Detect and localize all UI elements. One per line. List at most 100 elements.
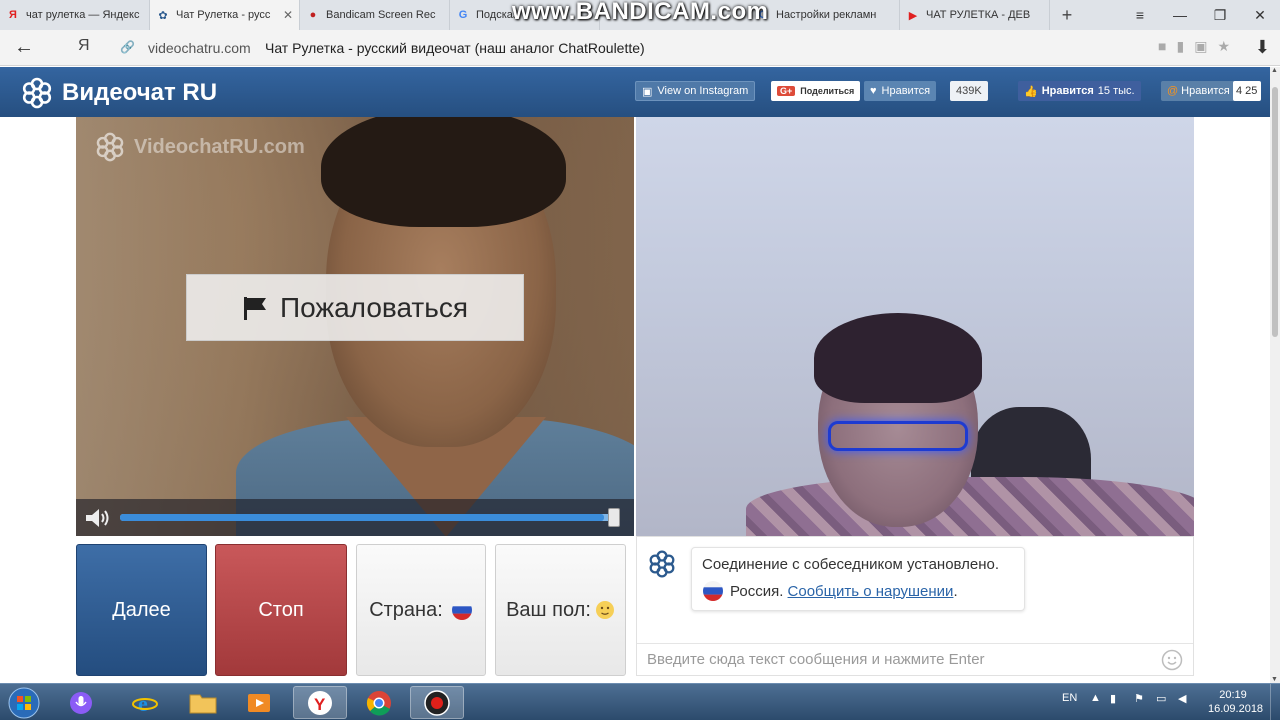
tray-expand-icon[interactable]: ▲: [1090, 692, 1101, 704]
close-window-button[interactable]: ✕: [1240, 0, 1280, 30]
back-arrow-icon[interactable]: ←: [14, 36, 34, 59]
vk-like-count: 439K: [950, 81, 988, 101]
gender-select[interactable]: Ваш пол:: [495, 544, 626, 676]
taskbar-yandex-app[interactable]: Y: [293, 686, 347, 719]
brand[interactable]: Видеочат RU: [20, 76, 217, 110]
tab-google-hint[interactable]: G Подсказ: [450, 0, 600, 30]
protect-icon[interactable]: ▣: [1194, 38, 1207, 55]
taskbar-bandicam-app[interactable]: [410, 686, 464, 719]
url-page-title[interactable]: Чат Рулетка - русский видеочат (наш анал…: [265, 40, 645, 56]
tab-ad-settings[interactable]: G Настройки рекламн: [750, 0, 900, 30]
tab-yandex-search[interactable]: Я чат рулетка — Яндекс: [0, 0, 150, 30]
instagram-icon: ▣: [642, 85, 653, 98]
language-indicator[interactable]: EN: [1062, 692, 1077, 704]
video-person-glasses: [828, 421, 968, 451]
thumbs-up-icon: 👍: [1024, 85, 1038, 98]
heart-icon: ♥: [870, 85, 877, 97]
camera-icon[interactable]: ■: [1158, 38, 1166, 55]
report-violation-link[interactable]: Сообщить о нарушении: [788, 583, 954, 600]
country-select[interactable]: Страна:: [356, 544, 486, 676]
close-icon[interactable]: ✕: [283, 8, 293, 22]
tab-videochat[interactable]: ✿ Чат Рулетка - русс ✕: [150, 0, 300, 30]
volume-slider[interactable]: [120, 514, 614, 521]
videochat-icon: ✿: [158, 9, 168, 22]
gplus-share-button[interactable]: G+ Поделиться: [771, 81, 861, 101]
microphone-icon[interactable]: ▮: [1176, 38, 1184, 55]
google-icon: G: [458, 9, 468, 21]
tab-bandicam[interactable]: ● Bandicam Screen Rec: [300, 0, 450, 30]
stop-button[interactable]: Стоп: [215, 544, 347, 676]
tab-label: Настройки рекламн: [776, 9, 877, 21]
new-tab-button[interactable]: +: [1056, 4, 1078, 26]
volume-tray-icon[interactable]: ◀: [1178, 692, 1186, 705]
video-person-hair: [814, 313, 982, 403]
show-desktop-button[interactable]: [1270, 684, 1280, 721]
ok-like-count: 4 25: [1233, 81, 1261, 101]
gplus-label: Поделиться: [800, 86, 855, 96]
browser-tabbar: Я чат рулетка — Яндекс ✿ Чат Рулетка - р…: [0, 0, 1280, 30]
fb-like-button[interactable]: 👍 Нравится 15 тыс.: [1018, 81, 1141, 101]
internet-explorer-icon: e: [132, 691, 158, 716]
taskbar-ie-app[interactable]: e: [118, 686, 172, 719]
instagram-label: View on Instagram: [657, 85, 749, 97]
media-player-icon: [248, 693, 270, 712]
videochat-logo-icon: [96, 132, 124, 162]
volume-fill: [120, 514, 605, 521]
address-bar: ← Я 🔗 videochatru.com Чат Рулетка - русс…: [0, 30, 1280, 66]
taskbar-chrome-app[interactable]: [352, 686, 406, 719]
scroll-up-icon[interactable]: ▲: [1271, 67, 1278, 74]
site-info-icon[interactable]: 🔗: [120, 40, 135, 54]
url-host[interactable]: videochatru.com: [148, 40, 251, 56]
own-video: [636, 117, 1194, 536]
gplus-icon: G+: [777, 86, 796, 96]
message-input[interactable]: [637, 644, 1137, 674]
scroll-down-icon[interactable]: ▼: [1271, 676, 1278, 683]
start-button-icon[interactable]: [6, 686, 42, 720]
download-icon[interactable]: ⬇: [1255, 37, 1270, 58]
video-person-hair: [321, 117, 566, 227]
russia-flag-icon: [451, 600, 472, 620]
complain-label: Пожаловаться: [279, 291, 468, 323]
gender-label: Ваш пол:: [506, 598, 591, 621]
chat-panel: Соединение с собеседником установлено. Р…: [636, 536, 1194, 676]
taskbar-explorer-app[interactable]: [176, 686, 230, 719]
chrome-icon: [366, 690, 391, 715]
yandex-logo-icon[interactable]: Я: [78, 37, 90, 55]
watermark-text: VideochatRU.com: [134, 135, 305, 158]
ok-icon: @: [1167, 85, 1179, 97]
scrollbar-thumb[interactable]: [1272, 87, 1278, 337]
star-icon[interactable]: ★: [1217, 38, 1230, 55]
next-button[interactable]: Далее: [76, 544, 207, 676]
vk-like-button[interactable]: ♥ Нравится: [864, 81, 937, 101]
page-scrollbar[interactable]: ▲ ▼: [1270, 67, 1280, 683]
volume-knob[interactable]: [608, 508, 620, 527]
taskbar-microphone-app[interactable]: [54, 686, 108, 719]
display-icon[interactable]: ▭: [1156, 692, 1166, 705]
tab-label: Подсказ: [476, 9, 518, 21]
partner-video: VideochatRU.com Пожаловаться: [76, 117, 634, 536]
svg-text:Y: Y: [314, 695, 326, 714]
brand-name: Видеочат RU: [62, 79, 218, 106]
complain-button[interactable]: Пожаловаться: [186, 274, 524, 341]
minimize-button[interactable]: —: [1160, 0, 1200, 30]
tab-label: чат рулетка — Яндекс: [26, 9, 140, 21]
videochat-logo-icon: [22, 77, 52, 109]
video-person-shirt: [746, 477, 1194, 536]
instagram-button[interactable]: ▣ View on Instagram: [635, 81, 756, 101]
taskbar-media-app[interactable]: [232, 686, 286, 719]
taskbar-clock[interactable]: 20:19 16.09.2018: [1208, 688, 1263, 716]
flag-tray-icon[interactable]: ⚑: [1134, 692, 1144, 705]
network-icon[interactable]: ▮: [1110, 692, 1116, 705]
restore-button[interactable]: ❐: [1200, 0, 1240, 30]
tab-youtube[interactable]: ▶ ЧАТ РУЛЕТКА - ДЕВ: [900, 0, 1050, 30]
partner-country: Россия.: [730, 582, 784, 600]
fb-like-count: 15 тыс.: [1097, 85, 1135, 97]
windows-taskbar: e Y EN ▲ ▮ ⚑ ▭ ◀ 20:19 16.09.2018: [0, 683, 1280, 721]
ok-like-button[interactable]: @ Нравится: [1161, 81, 1236, 101]
speaker-icon[interactable]: [84, 507, 112, 529]
emoji-icon[interactable]: [1161, 649, 1183, 671]
menu-icon[interactable]: ≡: [1120, 0, 1160, 30]
clock-time: 20:19: [1219, 689, 1247, 701]
folder-icon: [189, 694, 217, 713]
connection-status-text: Соединение с собеседником установлено.: [702, 556, 1000, 573]
